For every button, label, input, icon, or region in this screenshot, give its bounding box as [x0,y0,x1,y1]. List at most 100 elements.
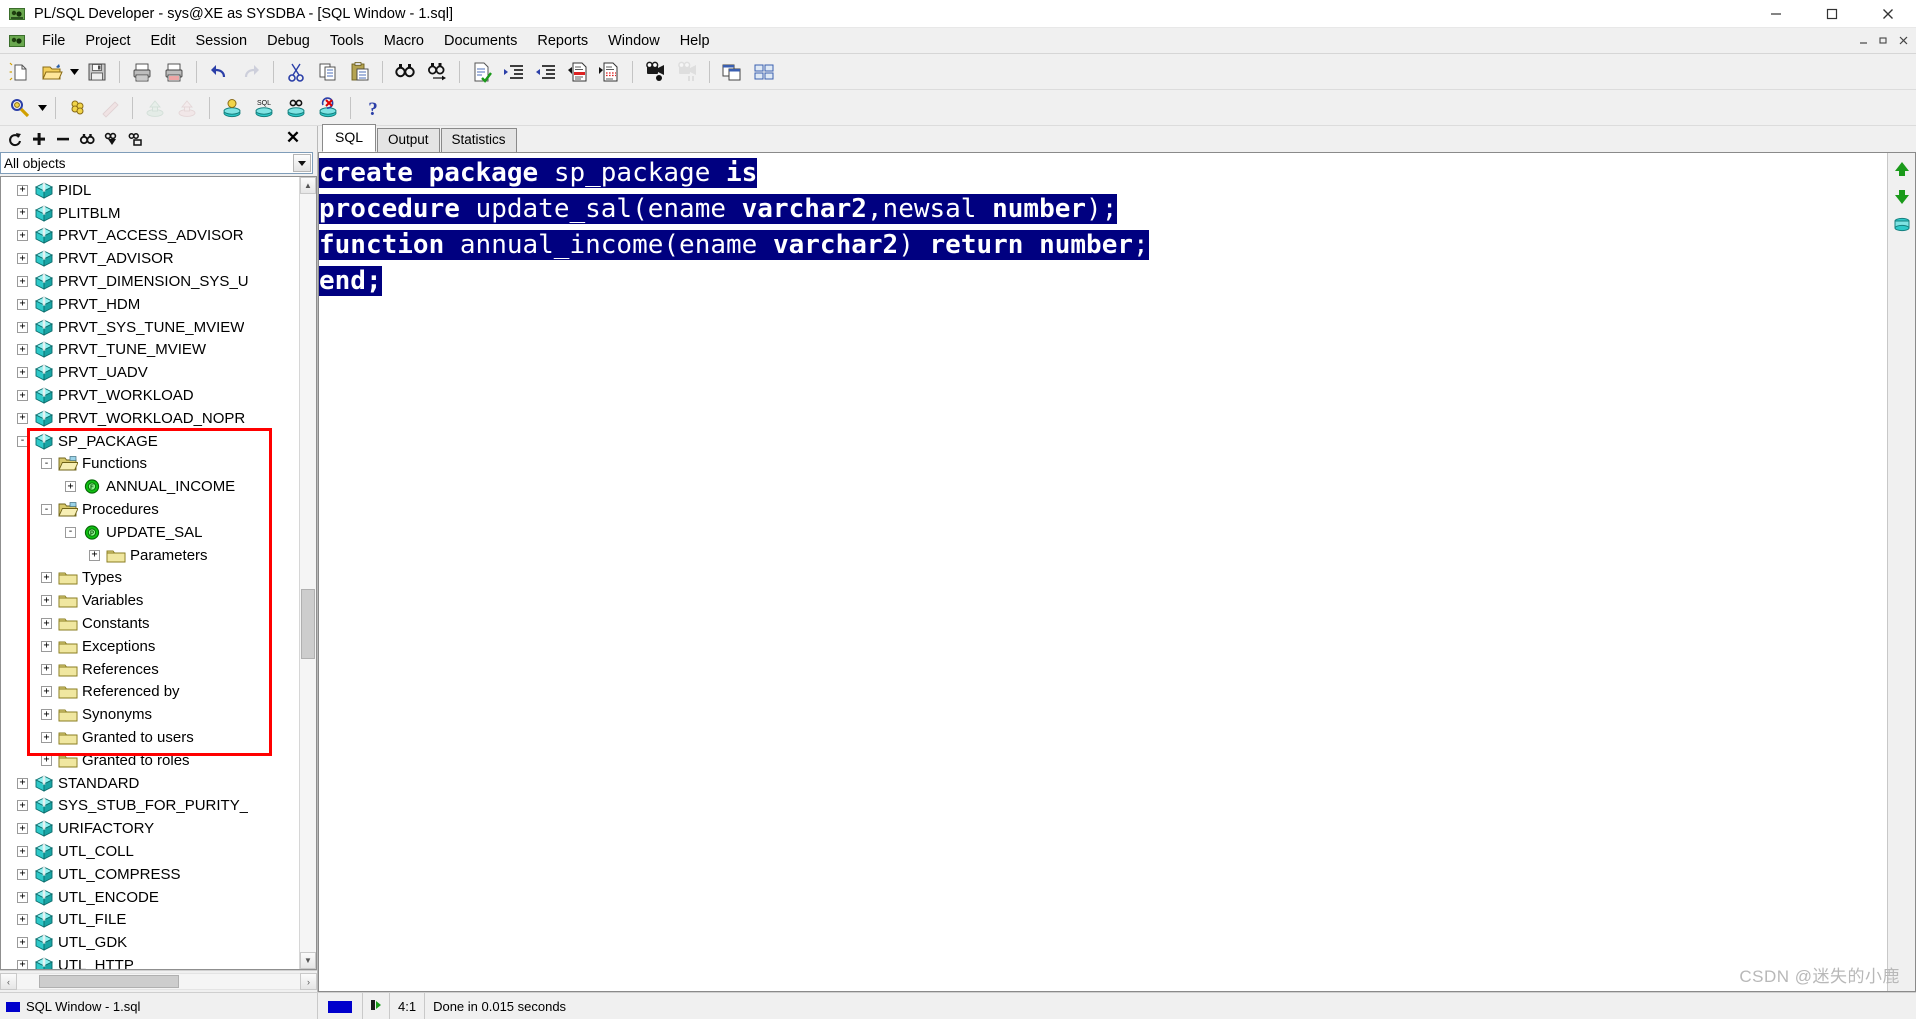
menu-item-help[interactable]: Help [670,30,720,52]
minimize-button[interactable] [1748,0,1804,28]
tree-item[interactable]: + PRVT_TUNE_MVIEW [1,339,299,362]
code-line[interactable]: create package sp_package is [319,155,1887,191]
tree-item[interactable]: + Referenced by [1,681,299,704]
undo-icon[interactable] [204,57,234,87]
tree-item[interactable]: + PRVT_ACCESS_ADVISOR [1,225,299,248]
expand-icon[interactable]: + [17,367,28,379]
indent-icon[interactable] [499,57,529,87]
menu-item-reports[interactable]: Reports [527,30,598,52]
scroll-left-button[interactable]: ‹ [0,973,17,990]
expand-icon[interactable]: + [17,390,28,402]
refresh-icon[interactable] [4,128,26,150]
expand-all-icon[interactable] [28,128,50,150]
collapse-icon[interactable]: - [65,526,76,538]
copy-window-icon[interactable] [717,57,747,87]
expand-icon[interactable]: + [17,298,28,310]
scroll-down-green-icon[interactable] [1892,187,1912,207]
expand-icon[interactable]: + [17,321,28,333]
mdi-close-button[interactable] [1894,31,1912,49]
filter-icon[interactable] [100,128,122,150]
code-line[interactable]: function annual_income(ename varchar2) r… [319,227,1887,263]
tree-item[interactable]: + Parameters [1,544,299,567]
expand-icon[interactable]: + [17,959,28,969]
scroll-thumb[interactable] [301,589,315,659]
tree-item[interactable]: - P UPDATE_SAL [1,521,299,544]
tree-item[interactable]: + PRVT_SYS_TUNE_MVIEW [1,316,299,339]
tree-item[interactable]: + Granted to roles [1,749,299,772]
tree-item[interactable]: + Types [1,567,299,590]
expand-icon[interactable]: + [17,846,28,857]
expand-icon[interactable]: + [17,344,28,356]
menu-item-project[interactable]: Project [75,30,140,52]
tree-item[interactable]: + PRVT_DIMENSION_SYS_U [1,270,299,293]
wand-icon[interactable] [95,93,125,123]
unindent-icon[interactable] [531,57,561,87]
record-macro-icon[interactable] [640,57,670,87]
expand-icon[interactable]: + [17,253,28,265]
code-line[interactable]: end; [319,263,1887,299]
expand-icon[interactable]: + [41,572,52,584]
export-icon[interactable] [172,93,202,123]
tree-item[interactable]: + UTL_HTTP [1,954,299,969]
tree-item[interactable]: + PRVT_HDM [1,293,299,316]
tab-sql[interactable]: SQL [322,123,377,152]
menu-item-window[interactable]: Window [598,30,670,52]
tree-vertical-scrollbar[interactable]: ▲ ▼ [299,177,316,969]
find-object-icon[interactable] [76,128,98,150]
expand-icon[interactable]: + [17,184,28,196]
scroll-right-button[interactable]: › [300,973,317,990]
execute-sql-icon[interactable]: SQL [249,93,279,123]
tree-item[interactable]: + STANDARD [1,772,299,795]
menu-item-macro[interactable]: Macro [374,30,434,52]
tree-item[interactable]: + PRVT_WORKLOAD_NOPR [1,407,299,430]
tree-item[interactable]: - Procedures [1,498,299,521]
collapse-icon[interactable]: - [17,435,28,447]
hscroll-track[interactable] [17,973,300,990]
tree-item[interactable]: + References [1,658,299,681]
paste-icon[interactable] [345,57,375,87]
tab-output[interactable]: Output [377,128,440,152]
open-dropdown-icon[interactable] [68,57,81,87]
open-icon[interactable] [37,57,67,87]
expand-icon[interactable]: + [17,914,28,926]
maximize-button[interactable] [1804,0,1860,28]
tree-item[interactable]: + Constants [1,612,299,635]
sql-code-editor[interactable]: create package sp_package is procedure up… [319,153,1887,991]
tree-item[interactable]: + UTL_FILE [1,909,299,932]
expand-icon[interactable]: + [17,276,28,288]
cut-icon[interactable] [281,57,311,87]
expand-icon[interactable]: + [41,709,52,721]
folder-filter-icon[interactable] [124,128,146,150]
expand-icon[interactable]: + [41,640,52,652]
database-green-icon[interactable] [1892,215,1912,235]
copy-icon[interactable] [313,57,343,87]
tab-statistics[interactable]: Statistics [440,128,517,152]
print-icon[interactable] [127,57,157,87]
beautifier-icon[interactable] [63,93,93,123]
mdi-restore-button[interactable] [1874,31,1892,49]
tree-item[interactable]: + Granted to users [1,726,299,749]
tree-item[interactable]: + PRVT_ADVISOR [1,247,299,270]
collapse-icon[interactable]: - [41,504,52,516]
break-icon[interactable] [313,93,343,123]
save-icon[interactable] [82,57,112,87]
tree-item[interactable]: + Exceptions [1,635,299,658]
tree-item[interactable]: + SYS_STUB_FOR_PURITY_ [1,795,299,818]
uncomment-icon[interactable] [595,57,625,87]
expand-icon[interactable]: + [41,595,52,607]
print-preview-icon[interactable] [159,57,189,87]
menu-item-tools[interactable]: Tools [320,30,374,52]
close-button[interactable] [1860,0,1916,28]
tree-item[interactable]: + URIFACTORY [1,817,299,840]
explain-plan-icon[interactable] [5,93,35,123]
find-next-icon[interactable] [422,57,452,87]
tree-item[interactable]: + PLITBLM [1,202,299,225]
object-tree[interactable]: + PIDL + PLITBLM + PRVT_ACCESS_ADVISOR + PRVT_A… [0,176,317,970]
expand-icon[interactable]: + [17,412,28,424]
chevron-down-icon[interactable] [293,154,311,172]
tree-item[interactable]: + UTL_ENCODE [1,886,299,909]
find-db-icon[interactable] [281,93,311,123]
menu-item-session[interactable]: Session [186,30,258,52]
collapse-icon[interactable]: - [41,458,52,470]
tree-item[interactable]: + PRVT_WORKLOAD [1,384,299,407]
